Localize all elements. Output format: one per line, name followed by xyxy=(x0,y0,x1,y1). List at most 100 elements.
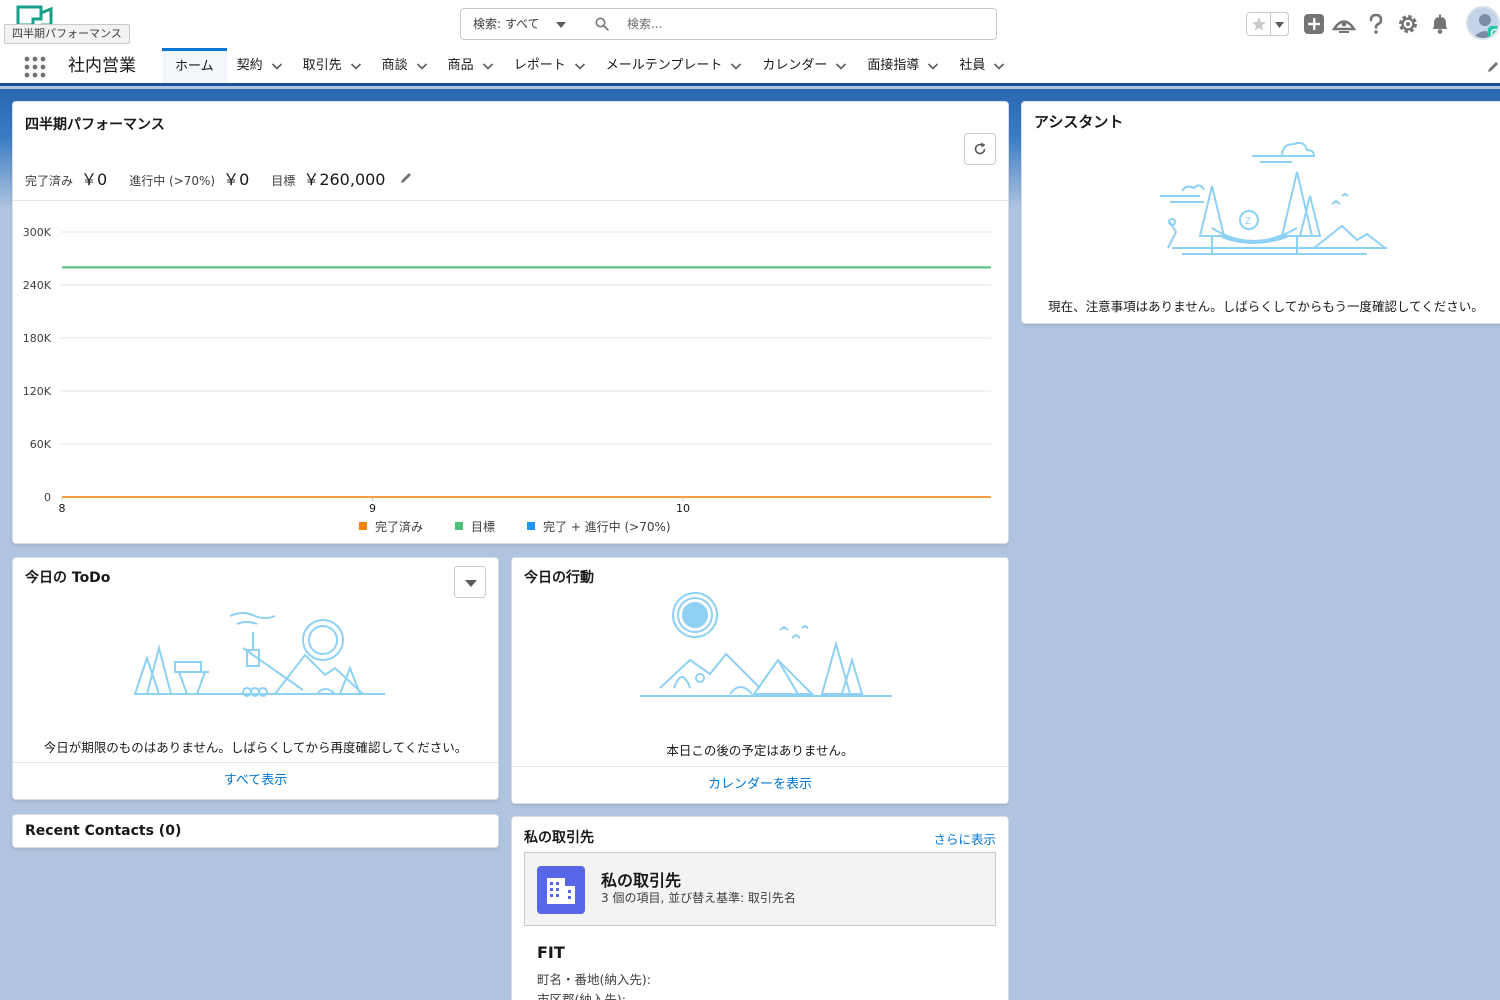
x-tick-label: 8 xyxy=(59,502,66,515)
tab-label: 商品 xyxy=(447,57,474,73)
legend-swatch xyxy=(527,522,535,530)
legend-label: 完了 + 進行中 (>70%) xyxy=(543,519,671,534)
tab-9[interactable]: 社員 xyxy=(959,48,1005,83)
account-list-title: 私の取引先 xyxy=(601,871,682,890)
favorites-group[interactable] xyxy=(1246,12,1289,36)
y-tick-label: 300K xyxy=(23,226,52,239)
tab-5[interactable]: レポート xyxy=(514,48,586,83)
chevron-down-icon[interactable] xyxy=(482,60,494,72)
divider xyxy=(1270,13,1271,35)
tab-label: 取引先 xyxy=(302,57,342,73)
tab-3[interactable]: 商談 xyxy=(382,48,428,83)
todo-filter-button[interactable] xyxy=(454,566,486,598)
hammock-illustration: Z xyxy=(1160,141,1387,255)
account-list-subtitle: 3 個の項目, 並び替え基準: 取引先名 xyxy=(601,891,796,905)
recent-contacts-card: Recent Contacts (0) xyxy=(12,814,499,848)
events-card: 今日の行動 本日この後の予定はありません。 カレンダーを表示 xyxy=(511,557,1009,804)
tab-1[interactable]: 契約 xyxy=(237,48,283,83)
assistant-card: アシスタント Z 現在、注意事項はありません。しばらくしてからもう一度確認してく… xyxy=(1021,101,1500,324)
tab-label: メールテンプレート xyxy=(605,57,723,73)
closed-label: 完了済み xyxy=(25,174,74,188)
bell-icon[interactable] xyxy=(1428,12,1452,36)
app-name: 社内営業 xyxy=(68,56,136,76)
y-tick-label: 60K xyxy=(30,438,52,451)
chevron-down-icon[interactable] xyxy=(1274,21,1285,29)
account-icon xyxy=(537,866,585,914)
legend-label: 完了済み xyxy=(375,519,423,534)
edit-nav-icon[interactable] xyxy=(1486,60,1500,74)
edit-goal-icon[interactable] xyxy=(399,171,413,185)
performance-stats: 完了済み ￥0 進行中 (>70%) ￥0 目標 ￥260,000 xyxy=(25,166,413,190)
performance-chart: 0 60K 120K 180K 240K 300K 8 9 10 完了済み 目標 完了 + 進行中 (… xyxy=(23,226,991,534)
chevron-down-icon[interactable] xyxy=(835,60,847,72)
view-more-link[interactable]: さらに表示 xyxy=(933,829,996,848)
svg-text:Z: Z xyxy=(1245,217,1251,227)
chevron-down-icon[interactable] xyxy=(416,60,428,72)
refresh-button[interactable] xyxy=(964,133,996,165)
open-value: ￥0 xyxy=(223,170,250,189)
chevron-down-icon[interactable] xyxy=(927,60,939,72)
help-icon[interactable] xyxy=(1364,12,1388,36)
view-all-link[interactable]: すべて表示 xyxy=(13,762,498,799)
search-input[interactable] xyxy=(627,14,967,34)
card-title: 今日の行動 xyxy=(524,570,594,586)
shipping-street-label: 町名・番地(納入先): xyxy=(537,972,651,987)
building-icon xyxy=(547,878,575,904)
search-icon xyxy=(595,17,609,31)
refresh-icon xyxy=(974,142,986,155)
divider xyxy=(13,200,1008,201)
events-message: 本日この後の予定はありません。 xyxy=(666,743,854,758)
star-icon[interactable] xyxy=(1251,16,1267,32)
account-list-header[interactable]: 私の取引先 3 個の項目, 並び替え基準: 取引先名 xyxy=(524,852,996,926)
tab-8[interactable]: 面接指導 xyxy=(867,48,939,83)
tab-4[interactable]: 商品 xyxy=(448,48,494,83)
avatar[interactable] xyxy=(1466,6,1500,40)
card-title: 今日の ToDo xyxy=(25,570,111,586)
nav-tabs: ホーム 契約 取引先 商談 商品 レポート メールテンプレート カレンダー 面接指導 社員 xyxy=(162,48,1005,83)
y-tick-label: 120K xyxy=(23,385,52,398)
open-label: 進行中 (>70%) xyxy=(129,174,216,188)
card-title: アシスタント xyxy=(1034,113,1124,131)
search-scope-select[interactable]: 検索: すべて xyxy=(460,8,576,40)
performance-card: 四半期パフォーマンス 完了済み ￥0 進行中 (>70%) ￥0 目標 ￥260… xyxy=(12,101,1009,544)
tab-label: 社員 xyxy=(959,57,986,73)
legend-swatch xyxy=(455,522,463,530)
x-tick-label: 9 xyxy=(369,502,376,515)
tab-label: カレンダー xyxy=(762,57,828,73)
chevron-down-icon xyxy=(556,22,566,28)
chevron-down-icon[interactable] xyxy=(574,60,586,72)
tab-6[interactable]: メールテンプレート xyxy=(606,48,743,83)
y-tick-label: 240K xyxy=(23,279,52,292)
chevron-down-icon[interactable] xyxy=(993,60,1005,72)
y-tick-label: 0 xyxy=(44,491,51,504)
gear-icon[interactable] xyxy=(1396,12,1420,36)
app-launcher-icon[interactable] xyxy=(24,56,46,78)
chevron-down-icon xyxy=(465,580,477,587)
card-title: 四半期パフォーマンス xyxy=(25,117,165,133)
tab-7[interactable]: カレンダー xyxy=(762,48,847,83)
chevron-down-icon[interactable] xyxy=(271,60,283,72)
goal-value: ￥260,000 xyxy=(303,170,386,189)
todo-message: 今日が期限のものはありません。しばらくしてから再度確認してください。 xyxy=(43,740,468,755)
tent-illustration xyxy=(640,592,892,697)
global-actions-icon[interactable] xyxy=(1302,12,1326,36)
chevron-down-icon[interactable] xyxy=(350,60,362,72)
legend-swatch xyxy=(359,522,367,530)
tab-2[interactable]: 取引先 xyxy=(303,48,362,83)
tab-label: ホーム xyxy=(175,59,214,74)
goal-label: 目標 xyxy=(271,174,296,188)
app-nav-bar: 社内営業 ホーム 契約 取引先 商談 商品 レポート メールテンプレート カレンダー 面接指導 社… xyxy=(0,48,1500,86)
account-name-link[interactable]: FIT xyxy=(537,943,565,962)
assistant-message: 現在、注意事項はありません。しばらくしてからもう一度確認してください。 xyxy=(1048,299,1484,314)
my-accounts-card: 私の取引先 さらに表示 私の取引先 3 個の項目, 並び替え基準: 取引先名 F… xyxy=(511,816,1009,1000)
global-search[interactable] xyxy=(575,8,997,40)
todo-card: 今日の ToDo 今日が期限のものはありません。しばらくしてから再度確認してくだ… xyxy=(12,557,499,800)
view-calendar-link[interactable]: カレンダーを表示 xyxy=(512,766,1008,803)
chevron-down-icon[interactable] xyxy=(730,60,742,72)
trailhead-icon[interactable] xyxy=(1332,12,1356,36)
x-tick-label: 10 xyxy=(676,502,690,515)
tab-0[interactable]: ホーム xyxy=(162,48,227,83)
shipping-city-label: 市区郡(納入先): xyxy=(537,992,626,1000)
logo-tooltip: 四半期パフォーマンス xyxy=(4,24,130,44)
tab-label: 商談 xyxy=(381,57,408,73)
